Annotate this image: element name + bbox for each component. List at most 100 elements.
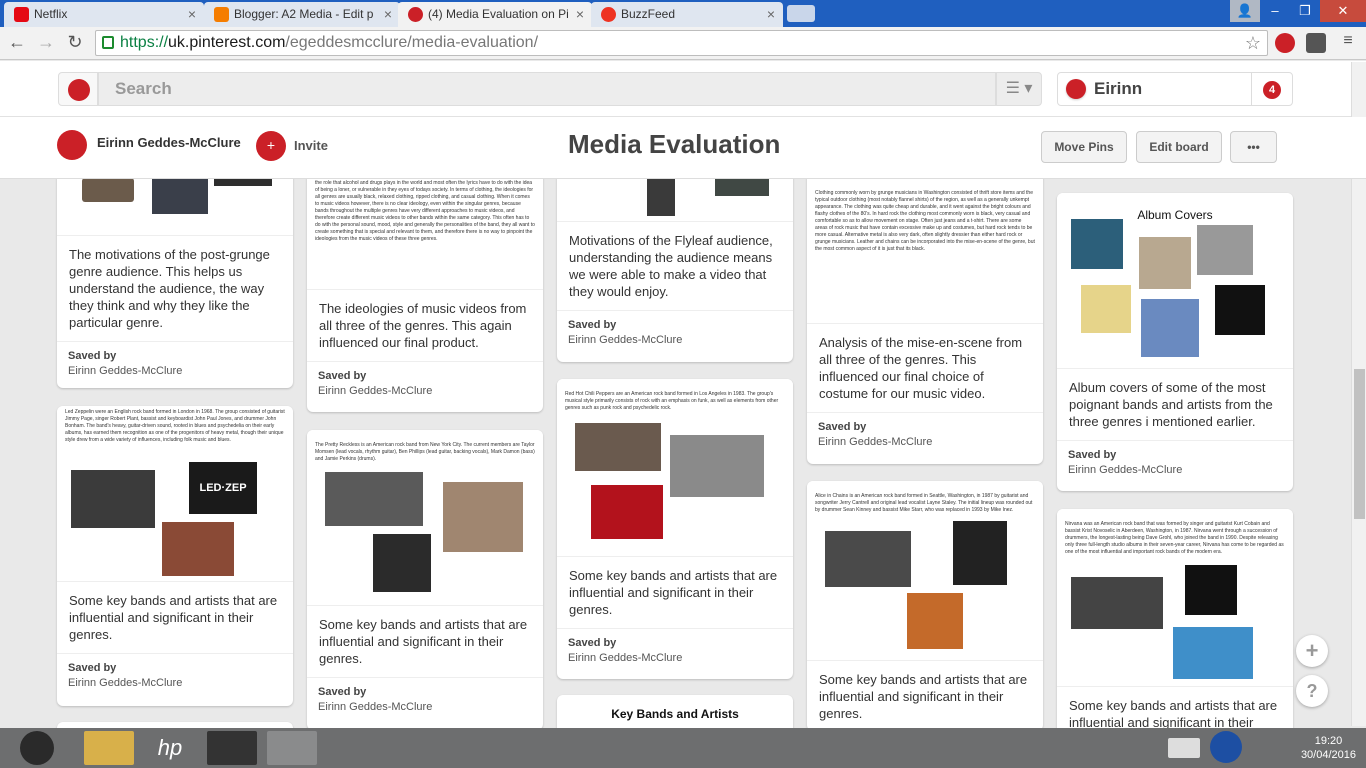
pin-saved-by: Saved by Eirinn Geddes-McClure [557,311,793,354]
saved-by-name[interactable]: Eirinn Geddes-McClure [318,701,432,713]
new-tab-button[interactable] [787,5,815,22]
invite-icon[interactable]: + [256,131,286,161]
pin-card[interactable]: Red Hot Chili Peppers are an American ro… [557,379,793,679]
pin-saved-by: Saved by Eirinn Geddes-McClure [307,362,543,405]
saved-by-label: Saved by [818,421,867,433]
saved-by-name[interactable]: Eirinn Geddes-McClure [318,385,432,397]
board-title: Media Evaluation [568,129,781,159]
extension-icon[interactable] [1306,33,1326,53]
pin-image[interactable]: Alice in Chains is an American rock band… [807,481,1043,661]
pin-image[interactable]: Red Hot Chili Peppers are an American ro… [557,379,793,557]
pin-saved-by: Saved by Eirinn Geddes-McClure [807,413,1043,456]
media-player-icon[interactable] [20,731,54,765]
pin-saved-by: Saved by Eirinn Geddes-McClure [557,629,793,672]
add-pin-button[interactable]: + [1296,635,1328,667]
close-icon[interactable]: × [384,2,392,26]
album-cover-image [1141,299,1199,357]
pin-description: Motivations of the Flyleaf audience, und… [557,222,793,311]
album-cover-image [1081,285,1131,333]
album-cover-image [373,534,431,592]
artist-photo [715,176,769,196]
pin-card[interactable]: Nirvana was an American rock band that w… [1057,509,1293,749]
more-options-button[interactable]: ••• [1230,131,1277,163]
pin-saved-by: Saved by Eirinn Geddes-McClure [1057,441,1293,484]
board-owner-link[interactable]: Eirinn Geddes-McClure [97,135,241,150]
keyboard-icon[interactable] [1168,738,1200,758]
close-icon[interactable]: × [576,2,584,26]
help-icon[interactable] [1210,731,1242,763]
saved-by-name[interactable]: Eirinn Geddes-McClure [818,436,932,448]
saved-by-label: Saved by [568,319,617,331]
scrollbar-thumb[interactable] [1354,369,1365,519]
url-path: /egeddesmcclure/media-evaluation/ [285,34,539,51]
pin-description: Analysis of the mise-en-scene from all t… [807,324,1043,413]
pin-description: The motivations of the post-grunge genre… [57,236,293,342]
hp-icon[interactable]: hp [145,731,195,765]
saved-by-name[interactable]: Eirinn Geddes-McClure [68,677,182,689]
profile-icon[interactable]: 👤 [1230,0,1260,22]
bookmark-star-icon[interactable]: ☆ [1245,31,1261,55]
band-photo [325,472,423,526]
search-input[interactable]: Search [98,72,996,106]
pin-card[interactable]: Album Covers Album covers of some of the… [1057,193,1293,491]
tab-blogger[interactable]: Blogger: A2 Media - Edit p × [204,2,400,27]
pin-card[interactable]: the role that alcohol and drugs plays in… [307,140,543,412]
url-scheme: https:// [120,34,169,51]
pin-image[interactable]: Album Covers [1057,193,1293,369]
pin-caption: Key Bands and Artists [611,707,739,721]
clock-time: 19:20 [1314,735,1343,747]
pin-saved-by: Saved by Eirinn Geddes-McClure [307,678,543,721]
pin-card[interactable]: Led Zeppelin were an English rock band f… [57,406,293,706]
move-pins-button[interactable]: Move Pins [1041,131,1127,163]
saved-by-label: Saved by [68,350,117,362]
pin-image[interactable]: The Pretty Reckless is an American rock … [307,430,543,606]
tab-buzzfeed[interactable]: BuzzFeed × [591,2,783,27]
tab-netflix[interactable]: Netflix × [4,2,204,27]
blogger-icon [214,7,229,22]
pin-image-text: The Pretty Reckless is an American rock … [315,442,535,462]
url-field[interactable]: https://uk.pinterest.com/egeddesmcclure/… [95,30,1268,56]
edit-board-button[interactable]: Edit board [1136,131,1222,163]
tab-pinterest[interactable]: (4) Media Evaluation on Pi × [398,2,592,27]
url-host: uk.pinterest.com [168,34,286,51]
chrome-icon[interactable] [267,731,317,765]
pinterest-extension-icon[interactable] [1275,33,1295,53]
notification-badge[interactable]: 4 [1263,81,1281,99]
band-photo [670,435,764,497]
saved-by-name[interactable]: Eirinn Geddes-McClure [568,334,682,346]
saved-by-name[interactable]: Eirinn Geddes-McClure [568,652,682,664]
minimize-button[interactable]: – [1260,0,1290,22]
browser-tab-strip: Netflix × Blogger: A2 Media - Edit p × (… [0,0,1366,27]
app-icon[interactable] [207,731,257,765]
chrome-menu-icon[interactable]: ≡ [1336,32,1360,50]
pin-image[interactable]: Nirvana was an American rock band that w… [1057,509,1293,687]
tab-label: BuzzFeed [621,7,676,21]
album-cover-image [1173,627,1253,679]
close-icon[interactable]: × [188,2,196,26]
invite-button[interactable]: Invite [294,138,328,153]
pin-image-text: Nirvana was an American rock band that w… [1065,521,1284,555]
address-bar: ← → ↻ https://uk.pinterest.com/egeddesmc… [0,27,1366,60]
lock-icon [102,36,114,49]
owner-avatar[interactable] [57,130,87,160]
reload-icon[interactable]: ↻ [63,32,87,53]
saved-by-name[interactable]: Eirinn Geddes-McClure [68,365,182,377]
system-clock[interactable]: 19:20 30/04/2016 [1301,734,1356,762]
pinterest-logo-icon [68,79,90,101]
window-close-button[interactable]: ✕ [1320,0,1366,22]
forward-arrow-icon[interactable]: → [34,32,58,53]
maximize-button[interactable]: ❐ [1290,0,1320,22]
back-arrow-icon[interactable]: ← [5,32,29,53]
pinterest-logo-button[interactable] [58,72,98,106]
divider [1251,73,1252,105]
help-button[interactable]: ? [1296,675,1328,707]
pin-card[interactable]: The Pretty Reckless is an American rock … [307,430,543,730]
user-profile-button[interactable]: Eirinn 4 [1057,72,1293,106]
file-explorer-icon[interactable] [84,731,134,765]
pin-card[interactable]: Alice in Chains is an American rock band… [807,481,1043,731]
saved-by-name[interactable]: Eirinn Geddes-McClure [1068,464,1182,476]
pin-card[interactable]: Clothing commonly worn by grunge musicia… [807,140,1043,464]
pin-image[interactable]: Led Zeppelin were an English rock band f… [57,406,293,582]
close-icon[interactable]: × [767,2,775,26]
menu-icon[interactable]: ☰ ▾ [996,72,1042,106]
